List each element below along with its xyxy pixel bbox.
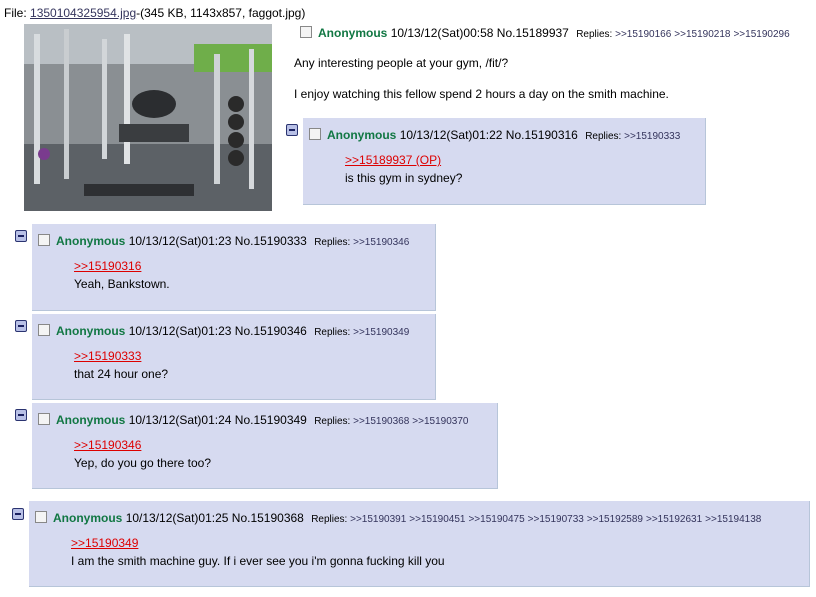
reply-post: Anonymous 10/13/12(Sat)01:24 No.15190349…	[32, 403, 498, 489]
replies-list: Replies: >>15190333	[585, 131, 683, 142]
reply-link[interactable]: >>15192589	[587, 514, 643, 525]
post-number[interactable]: No.15190316	[506, 128, 578, 142]
reply-link[interactable]: >>15190451	[409, 514, 465, 525]
op-image-thumbnail[interactable]	[24, 24, 272, 211]
poster-name: Anonymous	[56, 234, 126, 248]
file-label: File:	[4, 6, 31, 20]
reply-text: I am the smith machine guy. If i ever se…	[71, 554, 445, 568]
replies-label: Replies:	[585, 131, 622, 142]
file-meta: -(345 KB, 1143x857, faggot.jpg)	[136, 6, 306, 20]
reply-checkbox[interactable]	[38, 234, 50, 246]
post-number[interactable]: No.15190346	[235, 324, 307, 338]
reply-text: that 24 hour one?	[74, 367, 169, 381]
post-datetime: 10/13/12(Sat)01:22	[399, 128, 503, 142]
reply-link[interactable]: >>15190349	[353, 327, 409, 338]
replies-list: Replies: >>15190368 >>15190370	[314, 416, 471, 427]
post-number[interactable]: No.15190349	[235, 413, 307, 427]
reply-text: is this gym in sydney?	[345, 171, 463, 185]
post-datetime: 10/13/12(Sat)00:58	[390, 26, 494, 40]
poster-name: Anonymous	[318, 26, 388, 40]
reply-link[interactable]: >>15190346	[353, 237, 409, 248]
post-number[interactable]: No.15190333	[235, 234, 307, 248]
quote-link[interactable]: >>15190333	[74, 349, 141, 363]
poster-name: Anonymous	[56, 324, 126, 338]
replies-label: Replies:	[314, 237, 351, 248]
reply-link[interactable]: >>15190733	[528, 514, 584, 525]
op-checkbox[interactable]	[300, 26, 312, 38]
collapse-icon[interactable]	[15, 230, 27, 242]
reply-post: Anonymous 10/13/12(Sat)01:23 No.15190333…	[32, 224, 436, 311]
reply-checkbox[interactable]	[38, 324, 50, 336]
reply-header: Anonymous 10/13/12(Sat)01:23 No.15190333…	[38, 234, 412, 248]
replies-label: Replies:	[576, 29, 613, 40]
op-message: Any interesting people at your gym, /fit…	[294, 56, 669, 118]
gym-photo	[24, 24, 272, 211]
reply-text: Yep, do you go there too?	[74, 456, 212, 470]
reply-link[interactable]: >>15194138	[705, 514, 761, 525]
poster-name: Anonymous	[56, 413, 126, 427]
collapse-icon[interactable]	[15, 409, 27, 421]
post-number[interactable]: No.15189937	[497, 26, 569, 40]
message-line: I enjoy watching this fellow spend 2 hou…	[294, 87, 669, 101]
reply-post: Anonymous 10/13/12(Sat)01:23 No.15190346…	[32, 314, 436, 400]
reply-link[interactable]: >>15190218	[674, 29, 730, 40]
reply-post: Anonymous 10/13/12(Sat)01:22 No.15190316…	[303, 118, 706, 205]
reply-checkbox[interactable]	[38, 413, 50, 425]
post-datetime: 10/13/12(Sat)01:23	[128, 234, 232, 248]
file-info: File: 1350104325954.jpg-(345 KB, 1143x85…	[4, 6, 305, 20]
replies-list: Replies: >>15190346	[314, 237, 412, 248]
reply-link[interactable]: >>15192631	[646, 514, 702, 525]
message-line: Any interesting people at your gym, /fit…	[294, 56, 509, 70]
replies-label: Replies:	[314, 327, 351, 338]
reply-link[interactable]: >>15190368	[353, 416, 409, 427]
reply-link[interactable]: >>15190370	[412, 416, 468, 427]
reply-link[interactable]: >>15190333	[624, 131, 680, 142]
post-number[interactable]: No.15190368	[232, 511, 304, 525]
reply-header: Anonymous 10/13/12(Sat)01:23 No.15190346…	[38, 324, 412, 338]
post-datetime: 10/13/12(Sat)01:25	[125, 511, 229, 525]
collapse-icon[interactable]	[12, 508, 24, 520]
reply-link[interactable]: >>15190296	[733, 29, 789, 40]
quote-link[interactable]: >>15190349	[71, 536, 138, 550]
reply-header: Anonymous 10/13/12(Sat)01:24 No.15190349…	[38, 413, 471, 427]
reply-header: Anonymous 10/13/12(Sat)01:22 No.15190316…	[309, 128, 683, 142]
post-datetime: 10/13/12(Sat)01:24	[128, 413, 232, 427]
reply-text: Yeah, Bankstown.	[74, 277, 170, 291]
reply-link[interactable]: >>15190391	[350, 514, 406, 525]
reply-checkbox[interactable]	[35, 511, 47, 523]
quote-link[interactable]: >>15190316	[74, 259, 141, 273]
reply-post: Anonymous 10/13/12(Sat)01:25 No.15190368…	[29, 501, 810, 587]
quote-link[interactable]: >>15189937 (OP)	[345, 153, 441, 167]
replies-list: Replies: >>15190349	[314, 327, 412, 338]
reply-checkbox[interactable]	[309, 128, 321, 140]
reply-link[interactable]: >>15190166	[615, 29, 671, 40]
quote-link[interactable]: >>15190346	[74, 438, 141, 452]
poster-name: Anonymous	[327, 128, 397, 142]
reply-link[interactable]: >>15190475	[468, 514, 524, 525]
replies-list: Replies: >>15190166 >>15190218 >>15190296	[576, 29, 792, 40]
replies-label: Replies:	[311, 514, 348, 525]
post-datetime: 10/13/12(Sat)01:23	[128, 324, 232, 338]
op-header: Anonymous 10/13/12(Sat)00:58 No.15189937…	[300, 26, 793, 40]
replies-label: Replies:	[314, 416, 351, 427]
collapse-icon[interactable]	[286, 124, 298, 136]
reply-header: Anonymous 10/13/12(Sat)01:25 No.15190368…	[35, 511, 764, 525]
replies-list: Replies: >>15190391 >>15190451 >>15190475 >…	[311, 514, 764, 525]
poster-name: Anonymous	[53, 511, 123, 525]
file-link[interactable]: 1350104325954.jpg	[30, 6, 136, 20]
collapse-icon[interactable]	[15, 320, 27, 332]
